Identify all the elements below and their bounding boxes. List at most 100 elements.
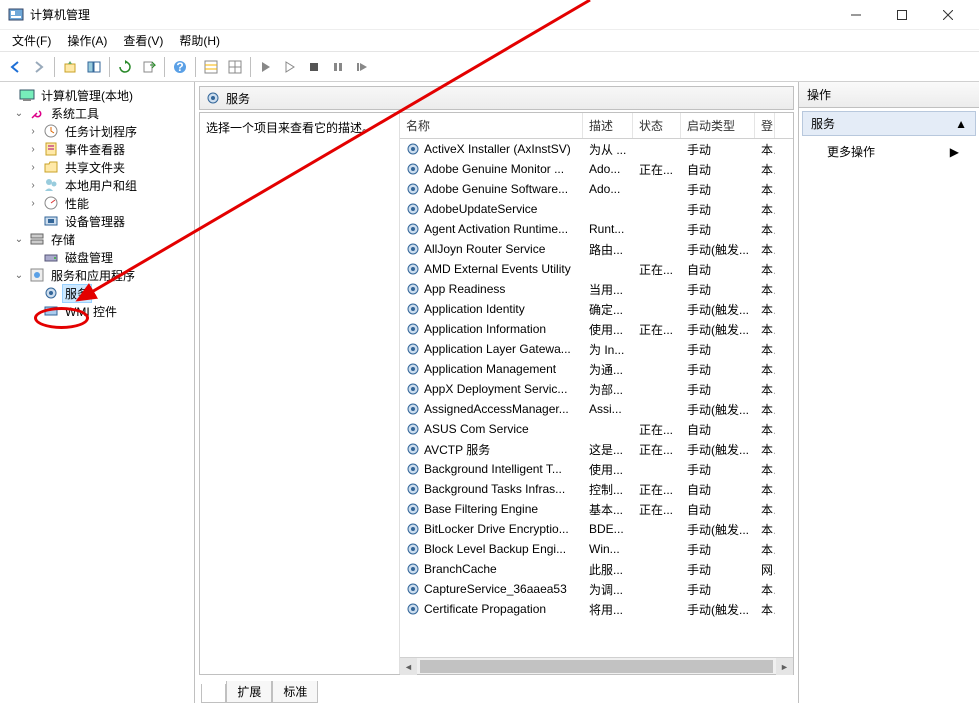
tree-root[interactable]: 计算机管理(本地) bbox=[38, 86, 136, 105]
table-row[interactable]: Application Identity确定...手动(触发...本 bbox=[400, 299, 793, 319]
actions-group[interactable]: 服务 ▲ bbox=[802, 111, 976, 136]
titlebar: 计算机管理 bbox=[0, 0, 979, 30]
users-icon bbox=[43, 177, 59, 193]
pause-button[interactable] bbox=[327, 56, 349, 78]
tree-event-viewer[interactable]: 事件查看器 bbox=[62, 140, 128, 159]
table-row[interactable]: Background Intelligent T...使用...手动本 bbox=[400, 459, 793, 479]
maximize-button[interactable] bbox=[879, 0, 925, 30]
tree-shared-folders[interactable]: 共享文件夹 bbox=[62, 158, 128, 177]
expand-icon[interactable]: › bbox=[26, 126, 40, 137]
scroll-thumb[interactable] bbox=[420, 660, 773, 673]
col-start[interactable]: 启动类型 bbox=[681, 113, 755, 138]
bottom-tabs: 扩展 标准 bbox=[195, 679, 798, 703]
expand-icon[interactable]: › bbox=[26, 180, 40, 191]
toolbar: ? bbox=[0, 52, 979, 82]
table-row[interactable]: Application Layer Gatewa...为 In...手动本 bbox=[400, 339, 793, 359]
table-row[interactable]: Block Level Backup Engi...Win...手动本 bbox=[400, 539, 793, 559]
collapse-icon[interactable]: ⌄ bbox=[12, 234, 26, 245]
col-status[interactable]: 状态 bbox=[633, 113, 681, 138]
collapse-icon[interactable]: ⌄ bbox=[12, 108, 26, 119]
table-header[interactable]: 名称 描述 状态 启动类型 登 bbox=[400, 113, 793, 139]
collapse-arrow-icon: ▲ bbox=[955, 117, 967, 131]
tree-services-apps[interactable]: 服务和应用程序 bbox=[48, 266, 138, 285]
up-button[interactable] bbox=[59, 56, 81, 78]
svg-text:?: ? bbox=[176, 60, 183, 74]
tab-extended[interactable]: 扩展 bbox=[226, 681, 272, 703]
close-button[interactable] bbox=[925, 0, 971, 30]
scheduler-icon bbox=[43, 123, 59, 139]
minimize-button[interactable] bbox=[833, 0, 879, 30]
tree-performance[interactable]: 性能 bbox=[62, 194, 92, 213]
description-panel: 选择一个项目来查看它的描述。 bbox=[200, 113, 400, 674]
collapse-icon[interactable]: ⌄ bbox=[12, 270, 26, 281]
table-row[interactable]: BranchCache此服...手动网 bbox=[400, 559, 793, 579]
export-button[interactable] bbox=[138, 56, 160, 78]
menu-action[interactable]: 操作(A) bbox=[59, 30, 115, 51]
forward-button[interactable] bbox=[28, 56, 50, 78]
scroll-right-button[interactable]: ► bbox=[776, 658, 793, 675]
tree-pane[interactable]: 计算机管理(本地) ⌄ 系统工具 › 任务计划程序 › 事件查看器 › 共享文件夹 › 本… bbox=[0, 82, 195, 703]
tree-system-tools[interactable]: 系统工具 bbox=[48, 104, 102, 123]
tree-storage[interactable]: 存储 bbox=[48, 230, 78, 249]
tab-standard[interactable]: 标准 bbox=[272, 681, 318, 703]
table-row[interactable]: ASUS Com Service正在...自动本 bbox=[400, 419, 793, 439]
center-header: 服务 bbox=[199, 86, 794, 110]
table-row[interactable]: Application Information使用...正在...手动(触发..… bbox=[400, 319, 793, 339]
tab-empty[interactable] bbox=[201, 684, 226, 703]
table-row[interactable]: Certificate Propagation将用...手动(触发...本 bbox=[400, 599, 793, 619]
actions-more-label: 更多操作 bbox=[827, 143, 875, 160]
col-desc[interactable]: 描述 bbox=[583, 113, 633, 138]
table-row[interactable]: Agent Activation Runtime...Runt...手动本 bbox=[400, 219, 793, 239]
tree-wmi[interactable]: WMI 控件 bbox=[62, 302, 120, 321]
table-row[interactable]: Adobe Genuine Software...Ado...手动本 bbox=[400, 179, 793, 199]
tree-services[interactable]: 服务 bbox=[62, 284, 92, 303]
description-prompt: 选择一个项目来查看它的描述。 bbox=[206, 121, 374, 135]
disk-icon bbox=[43, 249, 59, 265]
restart-button[interactable] bbox=[351, 56, 373, 78]
table-row[interactable]: AdobeUpdateService手动本 bbox=[400, 199, 793, 219]
services-apps-icon bbox=[29, 267, 45, 283]
col-name[interactable]: 名称 bbox=[400, 113, 583, 138]
horizontal-scrollbar[interactable]: ◄ ► bbox=[400, 657, 793, 674]
play2-button[interactable] bbox=[279, 56, 301, 78]
table-row[interactable]: BitLocker Drive Encryptio...BDE...手动(触发.… bbox=[400, 519, 793, 539]
computer-icon bbox=[19, 87, 35, 103]
expand-icon[interactable]: › bbox=[26, 162, 40, 173]
folder-icon bbox=[43, 159, 59, 175]
actions-more[interactable]: 更多操作 ▶ bbox=[799, 139, 979, 164]
show-hide-button[interactable] bbox=[83, 56, 105, 78]
table-row[interactable]: App Readiness当用...手动本 bbox=[400, 279, 793, 299]
expand-icon[interactable]: › bbox=[26, 144, 40, 155]
tree-task-scheduler[interactable]: 任务计划程序 bbox=[62, 122, 140, 141]
refresh-button[interactable] bbox=[114, 56, 136, 78]
table-row[interactable]: CaptureService_36aaea53为调...手动本 bbox=[400, 579, 793, 599]
tree-device-mgr[interactable]: 设备管理器 bbox=[62, 212, 128, 231]
grid2-button[interactable] bbox=[224, 56, 246, 78]
chevron-right-icon: ▶ bbox=[950, 145, 959, 159]
table-row[interactable]: ActiveX Installer (AxInstSV)为从 ...手动本 bbox=[400, 139, 793, 159]
gear-icon bbox=[43, 285, 59, 301]
grid1-button[interactable] bbox=[200, 56, 222, 78]
col-login[interactable]: 登 bbox=[755, 113, 775, 138]
table-row[interactable]: Base Filtering Engine基本...正在...自动本 bbox=[400, 499, 793, 519]
table-row[interactable]: AssignedAccessManager...Assi...手动(触发...本 bbox=[400, 399, 793, 419]
menu-file[interactable]: 文件(F) bbox=[4, 30, 59, 51]
table-row[interactable]: Application Management为通...手动本 bbox=[400, 359, 793, 379]
tree-local-users[interactable]: 本地用户和组 bbox=[62, 176, 140, 195]
menu-view[interactable]: 查看(V) bbox=[115, 30, 171, 51]
table-row[interactable]: AMD External Events Utility正在...自动本 bbox=[400, 259, 793, 279]
table-row[interactable]: AVCTP 服务这是...正在...手动(触发...本 bbox=[400, 439, 793, 459]
table-row[interactable]: AppX Deployment Servic...为部...手动本 bbox=[400, 379, 793, 399]
stop-button[interactable] bbox=[303, 56, 325, 78]
perf-icon bbox=[43, 195, 59, 211]
table-row[interactable]: Background Tasks Infras...控制...正在...自动本 bbox=[400, 479, 793, 499]
table-row[interactable]: Adobe Genuine Monitor ...Ado...正在...自动本 bbox=[400, 159, 793, 179]
tree-disk-mgmt[interactable]: 磁盘管理 bbox=[62, 248, 116, 267]
help-button[interactable]: ? bbox=[169, 56, 191, 78]
expand-icon[interactable]: › bbox=[26, 198, 40, 209]
menu-help[interactable]: 帮助(H) bbox=[171, 30, 228, 51]
back-button[interactable] bbox=[4, 56, 26, 78]
table-row[interactable]: AllJoyn Router Service路由...手动(触发...本 bbox=[400, 239, 793, 259]
scroll-left-button[interactable]: ◄ bbox=[400, 658, 417, 675]
play-button[interactable] bbox=[255, 56, 277, 78]
